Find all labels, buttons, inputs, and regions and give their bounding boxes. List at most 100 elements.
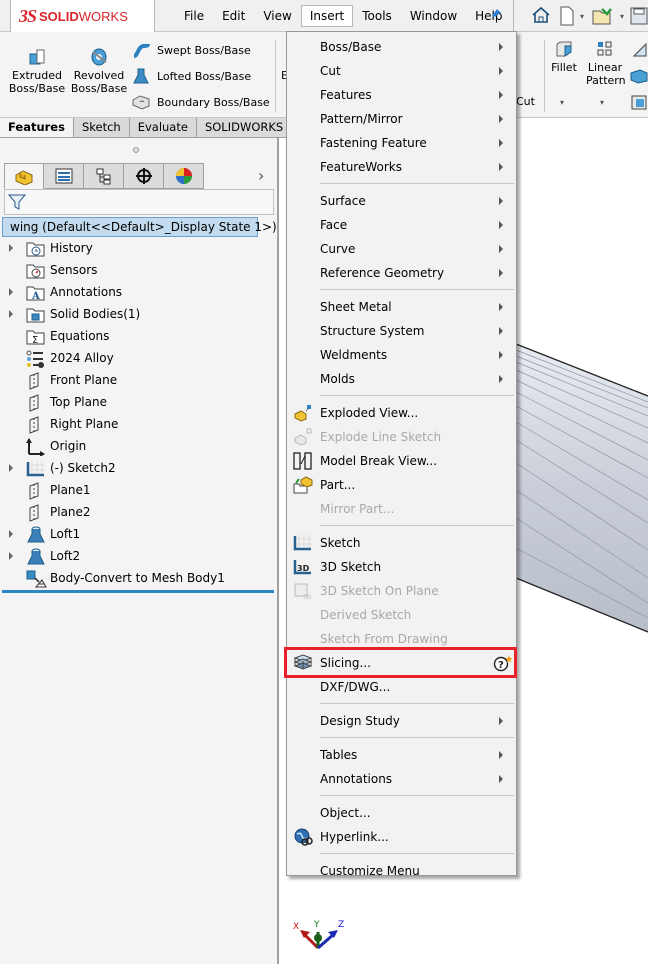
menu-item-structure-system[interactable]: Structure System — [287, 319, 516, 343]
tree-item-body-convert-to-mesh-body1[interactable]: Body-Convert to Mesh Body1 — [0, 568, 276, 590]
menu-item-tables[interactable]: Tables — [287, 743, 516, 767]
linear-pattern-button[interactable]: Linear Pattern — [586, 40, 626, 87]
menu-tools[interactable]: Tools — [353, 5, 401, 27]
menu-item-molds[interactable]: Molds — [287, 367, 516, 391]
property-manager-tab[interactable] — [44, 163, 84, 189]
tree-item-solid-bodies-1[interactable]: Solid Bodies(1) — [0, 304, 276, 326]
menu-item-features[interactable]: Features — [287, 83, 516, 107]
menu-item-label: Sheet Metal — [320, 300, 392, 314]
dimxpert-manager-tab[interactable] — [124, 163, 164, 189]
feature-manager-tab[interactable] — [4, 163, 44, 189]
menu-window[interactable]: Window — [401, 5, 466, 27]
tree-item-loft1[interactable]: Loft1 — [0, 524, 276, 546]
menu-item-design-study[interactable]: Design Study — [287, 709, 516, 733]
menu-item-surface[interactable]: Surface — [287, 189, 516, 213]
menu-item-exploded-view[interactable]: Exploded View... — [287, 401, 516, 425]
new-dropdown-icon[interactable]: ▾ — [580, 12, 584, 21]
pin-icon[interactable] — [490, 8, 502, 24]
menu-item-part[interactable]: Part... — [287, 473, 516, 497]
tree-item-plane1[interactable]: Plane1 — [0, 480, 276, 502]
submenu-arrow-icon — [499, 221, 503, 229]
panel-splitter[interactable] — [278, 118, 281, 964]
menu-item-pattern-mirror[interactable]: Pattern/Mirror — [287, 107, 516, 131]
extruded-cut-partial-label[interactable]: Cut — [516, 95, 535, 108]
draft-icon[interactable] — [630, 68, 648, 84]
expand-arrow-icon[interactable] — [9, 288, 13, 296]
menu-help[interactable]: Help — [466, 5, 511, 27]
menu-item-sheet-metal[interactable]: Sheet Metal — [287, 295, 516, 319]
chevron-right-icon[interactable]: › — [258, 166, 264, 185]
tab-sketch[interactable]: Sketch — [73, 118, 130, 137]
shell-icon[interactable] — [630, 94, 648, 110]
new-document-icon[interactable] — [559, 6, 575, 30]
expand-arrow-icon[interactable] — [9, 530, 13, 538]
menu-item-dxf-dwg[interactable]: DXF/DWG... — [287, 675, 516, 699]
tab-evaluate[interactable]: Evaluate — [129, 118, 197, 137]
menu-item-reference-geometry[interactable]: Reference Geometry — [287, 261, 516, 285]
sketch-icon — [293, 534, 313, 552]
tree-item-annotations[interactable]: A Annotations — [0, 282, 276, 304]
tree-item-right-plane[interactable]: Right Plane — [0, 414, 276, 436]
extruded-boss-base-button[interactable]: Extruded Boss/Base — [8, 48, 66, 95]
fillet-dropdown-icon[interactable]: ▾ — [560, 98, 564, 107]
menu-item-cut[interactable]: Cut — [287, 59, 516, 83]
menu-item-featureworks[interactable]: FeatureWorks — [287, 155, 516, 179]
part-root-node[interactable]: wing (Default<<Default>_Display State 1>… — [2, 217, 277, 237]
menu-item-model-break-view[interactable]: Model Break View... — [287, 449, 516, 473]
menu-item-weldments[interactable]: Weldments — [287, 343, 516, 367]
menu-item-sketch[interactable]: Sketch — [287, 531, 516, 555]
tree-item-label: Loft1 — [50, 527, 81, 541]
expand-arrow-icon[interactable] — [9, 552, 13, 560]
open-dropdown-icon[interactable]: ▾ — [620, 12, 624, 21]
menu-view[interactable]: View — [254, 5, 300, 27]
tree-item-origin[interactable]: Origin — [0, 436, 276, 458]
tree-item-2024-alloy[interactable]: 2024 Alloy — [0, 348, 276, 370]
menu-item-curve[interactable]: Curve — [287, 237, 516, 261]
tree-item-label: 2024 Alloy — [50, 351, 114, 365]
expand-arrow-icon[interactable] — [9, 244, 13, 252]
revolved-boss-base-button[interactable]: Revolved Boss/Base — [70, 48, 128, 95]
menu-item-hyperlink[interactable]: Hyperlink... — [287, 825, 516, 849]
linear-pattern-dropdown-icon[interactable]: ▾ — [600, 98, 604, 107]
expand-arrow-icon[interactable] — [9, 310, 13, 318]
menu-separator — [320, 183, 514, 184]
configuration-manager-tab[interactable] — [84, 163, 124, 189]
menu-separator — [320, 853, 514, 854]
tree-item-sensors[interactable]: Sensors — [0, 260, 276, 282]
submenu-arrow-icon — [499, 775, 503, 783]
menu-item-3d-sketch[interactable]: 3D 3D Sketch — [287, 555, 516, 579]
home-icon[interactable] — [531, 6, 551, 28]
fillet-button[interactable]: Fillet — [548, 40, 580, 74]
rollback-bar[interactable] — [2, 590, 274, 593]
tree-item-history[interactable]: History — [0, 238, 276, 260]
menu-file[interactable]: File — [175, 5, 213, 27]
expand-arrow-icon[interactable] — [9, 464, 13, 472]
rib-icon[interactable] — [632, 42, 648, 58]
tab-features[interactable]: Features — [0, 118, 74, 137]
menu-item-object[interactable]: Object... — [287, 801, 516, 825]
lofted-boss-base-button[interactable]: Lofted Boss/Base — [132, 68, 251, 84]
menu-item-boss-base[interactable]: Boss/Base — [287, 35, 516, 59]
feature-tree-filter[interactable] — [4, 189, 274, 215]
tree-item-front-plane[interactable]: Front Plane — [0, 370, 276, 392]
solidworks-logo[interactable]: 3S SOLID WORKS — [10, 0, 155, 34]
tree-item-sketch2[interactable]: (-) Sketch2 — [0, 458, 276, 480]
configuration-manager-icon — [96, 168, 110, 185]
menu-item-customize-menu[interactable]: Customize Menu — [287, 859, 516, 883]
tree-item-plane2[interactable]: Plane2 — [0, 502, 276, 524]
menu-item-annotations[interactable]: Annotations — [287, 767, 516, 791]
boundary-boss-base-button[interactable]: Boundary Boss/Base — [132, 94, 270, 110]
display-manager-tab[interactable] — [164, 163, 204, 189]
tree-item-loft2[interactable]: Loft2 — [0, 546, 276, 568]
tree-item-equations[interactable]: Σ Equations — [0, 326, 276, 348]
menu-item-label: 3D Sketch — [320, 560, 382, 574]
tree-item-top-plane[interactable]: Top Plane — [0, 392, 276, 414]
save-icon[interactable] — [630, 6, 648, 30]
menu-edit[interactable]: Edit — [213, 5, 254, 27]
menu-item-face[interactable]: Face — [287, 213, 516, 237]
swept-boss-base-button[interactable]: Swept Boss/Base — [132, 42, 251, 58]
panel-splitter-handle[interactable] — [133, 147, 139, 153]
menu-insert[interactable]: Insert — [300, 5, 354, 27]
menu-item-fastening-feature[interactable]: Fastening Feature — [287, 131, 516, 155]
open-document-icon[interactable] — [592, 6, 614, 30]
